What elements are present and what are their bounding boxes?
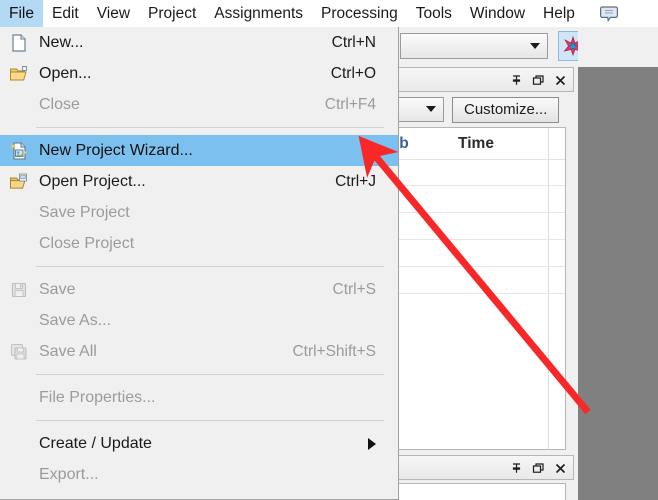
time-panel-window-buttons [510, 68, 567, 93]
menu-separator [36, 127, 384, 128]
menu-item-shortcut: Ctrl+N [332, 34, 376, 52]
menu-item-save-project: Save Project [0, 197, 398, 228]
save-disk-icon [4, 274, 34, 305]
menu-tools[interactable]: Tools [407, 0, 461, 27]
toolbar-combobox[interactable] [400, 33, 548, 59]
menu-item-open[interactable]: Open...Ctrl+O [0, 58, 398, 89]
project-wizard-icon [4, 135, 34, 166]
table-column-header-time[interactable]: Time [421, 128, 531, 160]
menu-item-create-update[interactable]: Create / Update [0, 428, 398, 459]
menu-item-shortcut: Ctrl+O [331, 65, 376, 83]
menu-item-file-properties: File Properties... [0, 382, 398, 413]
close-icon[interactable] [554, 462, 567, 475]
menu-item-close: Close Ctrl+F4 [0, 89, 398, 120]
menu-separator [36, 374, 384, 375]
menu-item-shortcut: Ctrl+F4 [325, 96, 376, 114]
menu-view[interactable]: View [88, 0, 139, 27]
open-folder-icon [4, 58, 34, 89]
menu-item-shortcut: Ctrl+Shift+S [292, 343, 376, 361]
menu-item-label: Close [0, 96, 80, 114]
menu-item-label: File Properties... [0, 389, 155, 407]
file-menu-dropdown: New...Ctrl+NOpen...Ctrl+O Close Ctrl+F4 New… [0, 27, 399, 500]
close-icon[interactable] [554, 74, 567, 87]
chevron-down-icon [530, 43, 540, 49]
menu-bar: FileEditViewProjectAssignmentsProcessing… [0, 0, 658, 27]
pin-icon[interactable] [510, 74, 523, 87]
menu-item-close-project: Close Project [0, 228, 398, 259]
menu-item-new-project-wizard[interactable]: New Project Wizard... [0, 135, 398, 166]
menu-item-save: SaveCtrl+S [0, 274, 398, 305]
new-document-icon [4, 27, 34, 58]
menu-item-shortcut: Ctrl+S [333, 281, 377, 299]
speech-bubble-icon[interactable] [596, 0, 622, 27]
menu-item-save-all: Save AllCtrl+Shift+S [0, 336, 398, 367]
menu-separator [36, 420, 384, 421]
menu-processing[interactable]: Processing [312, 0, 407, 27]
menu-assignments[interactable]: Assignments [205, 0, 312, 27]
pin-icon[interactable] [510, 462, 523, 475]
menu-item-export: Export... [0, 459, 398, 490]
menu-item-open-project[interactable]: Open Project...Ctrl+J [0, 166, 398, 197]
outer-window-background [578, 67, 658, 500]
menu-item-shortcut: Ctrl+J [335, 173, 376, 191]
customize-button[interactable]: Customize... [452, 97, 559, 123]
menu-item-label: Save As... [0, 312, 111, 330]
menu-item-label: Save Project [0, 204, 130, 222]
menu-item-label: Create / Update [0, 435, 152, 453]
restore-icon[interactable] [532, 462, 545, 475]
menu-item-label: Close Project [0, 235, 134, 253]
menu-window[interactable]: Window [461, 0, 534, 27]
submenu-arrow-icon [368, 438, 376, 450]
restore-icon[interactable] [532, 74, 545, 87]
column-divider[interactable] [548, 128, 549, 449]
chevron-down-icon [426, 106, 436, 112]
menu-file[interactable]: File [0, 0, 43, 27]
menu-help[interactable]: Help [534, 0, 584, 27]
menu-edit[interactable]: Edit [43, 0, 88, 27]
menu-separator [36, 266, 384, 267]
menu-item-label: Export... [0, 466, 99, 484]
application-window: Customize... b Time [0, 0, 658, 500]
toolbar-right-filler [578, 27, 658, 67]
save-all-icon [4, 336, 34, 367]
menu-item-save-as: Save As... [0, 305, 398, 336]
menu-project[interactable]: Project [139, 0, 205, 27]
secondary-panel-window-buttons [510, 456, 567, 481]
open-project-icon [4, 166, 34, 197]
menu-item-new[interactable]: New...Ctrl+N [0, 27, 398, 58]
